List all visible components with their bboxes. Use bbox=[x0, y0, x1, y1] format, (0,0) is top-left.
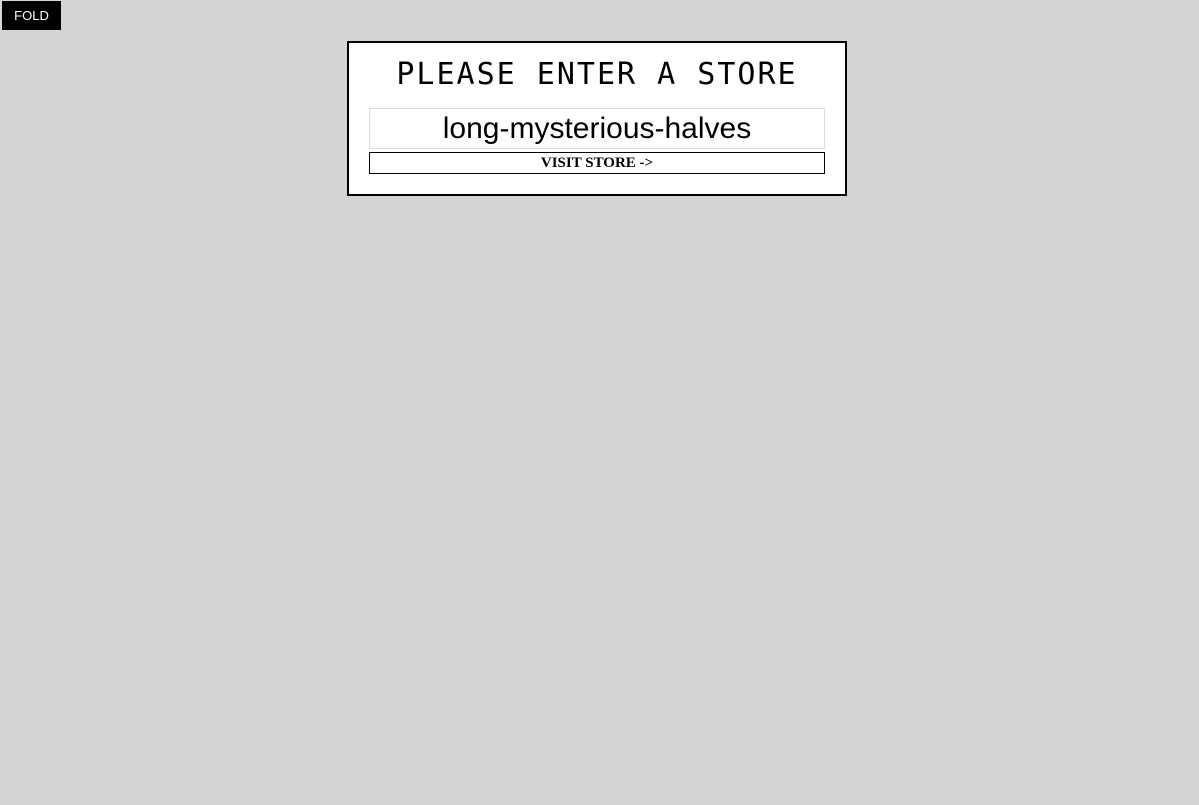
visit-store-button[interactable]: VISIT STORE -> bbox=[369, 152, 825, 174]
store-name-input[interactable] bbox=[369, 108, 825, 149]
store-entry-panel: PLEASE ENTER A STORE VISIT STORE -> bbox=[347, 41, 847, 196]
fold-button[interactable]: FOLD bbox=[2, 1, 61, 30]
panel-title: PLEASE ENTER A STORE bbox=[396, 57, 798, 92]
